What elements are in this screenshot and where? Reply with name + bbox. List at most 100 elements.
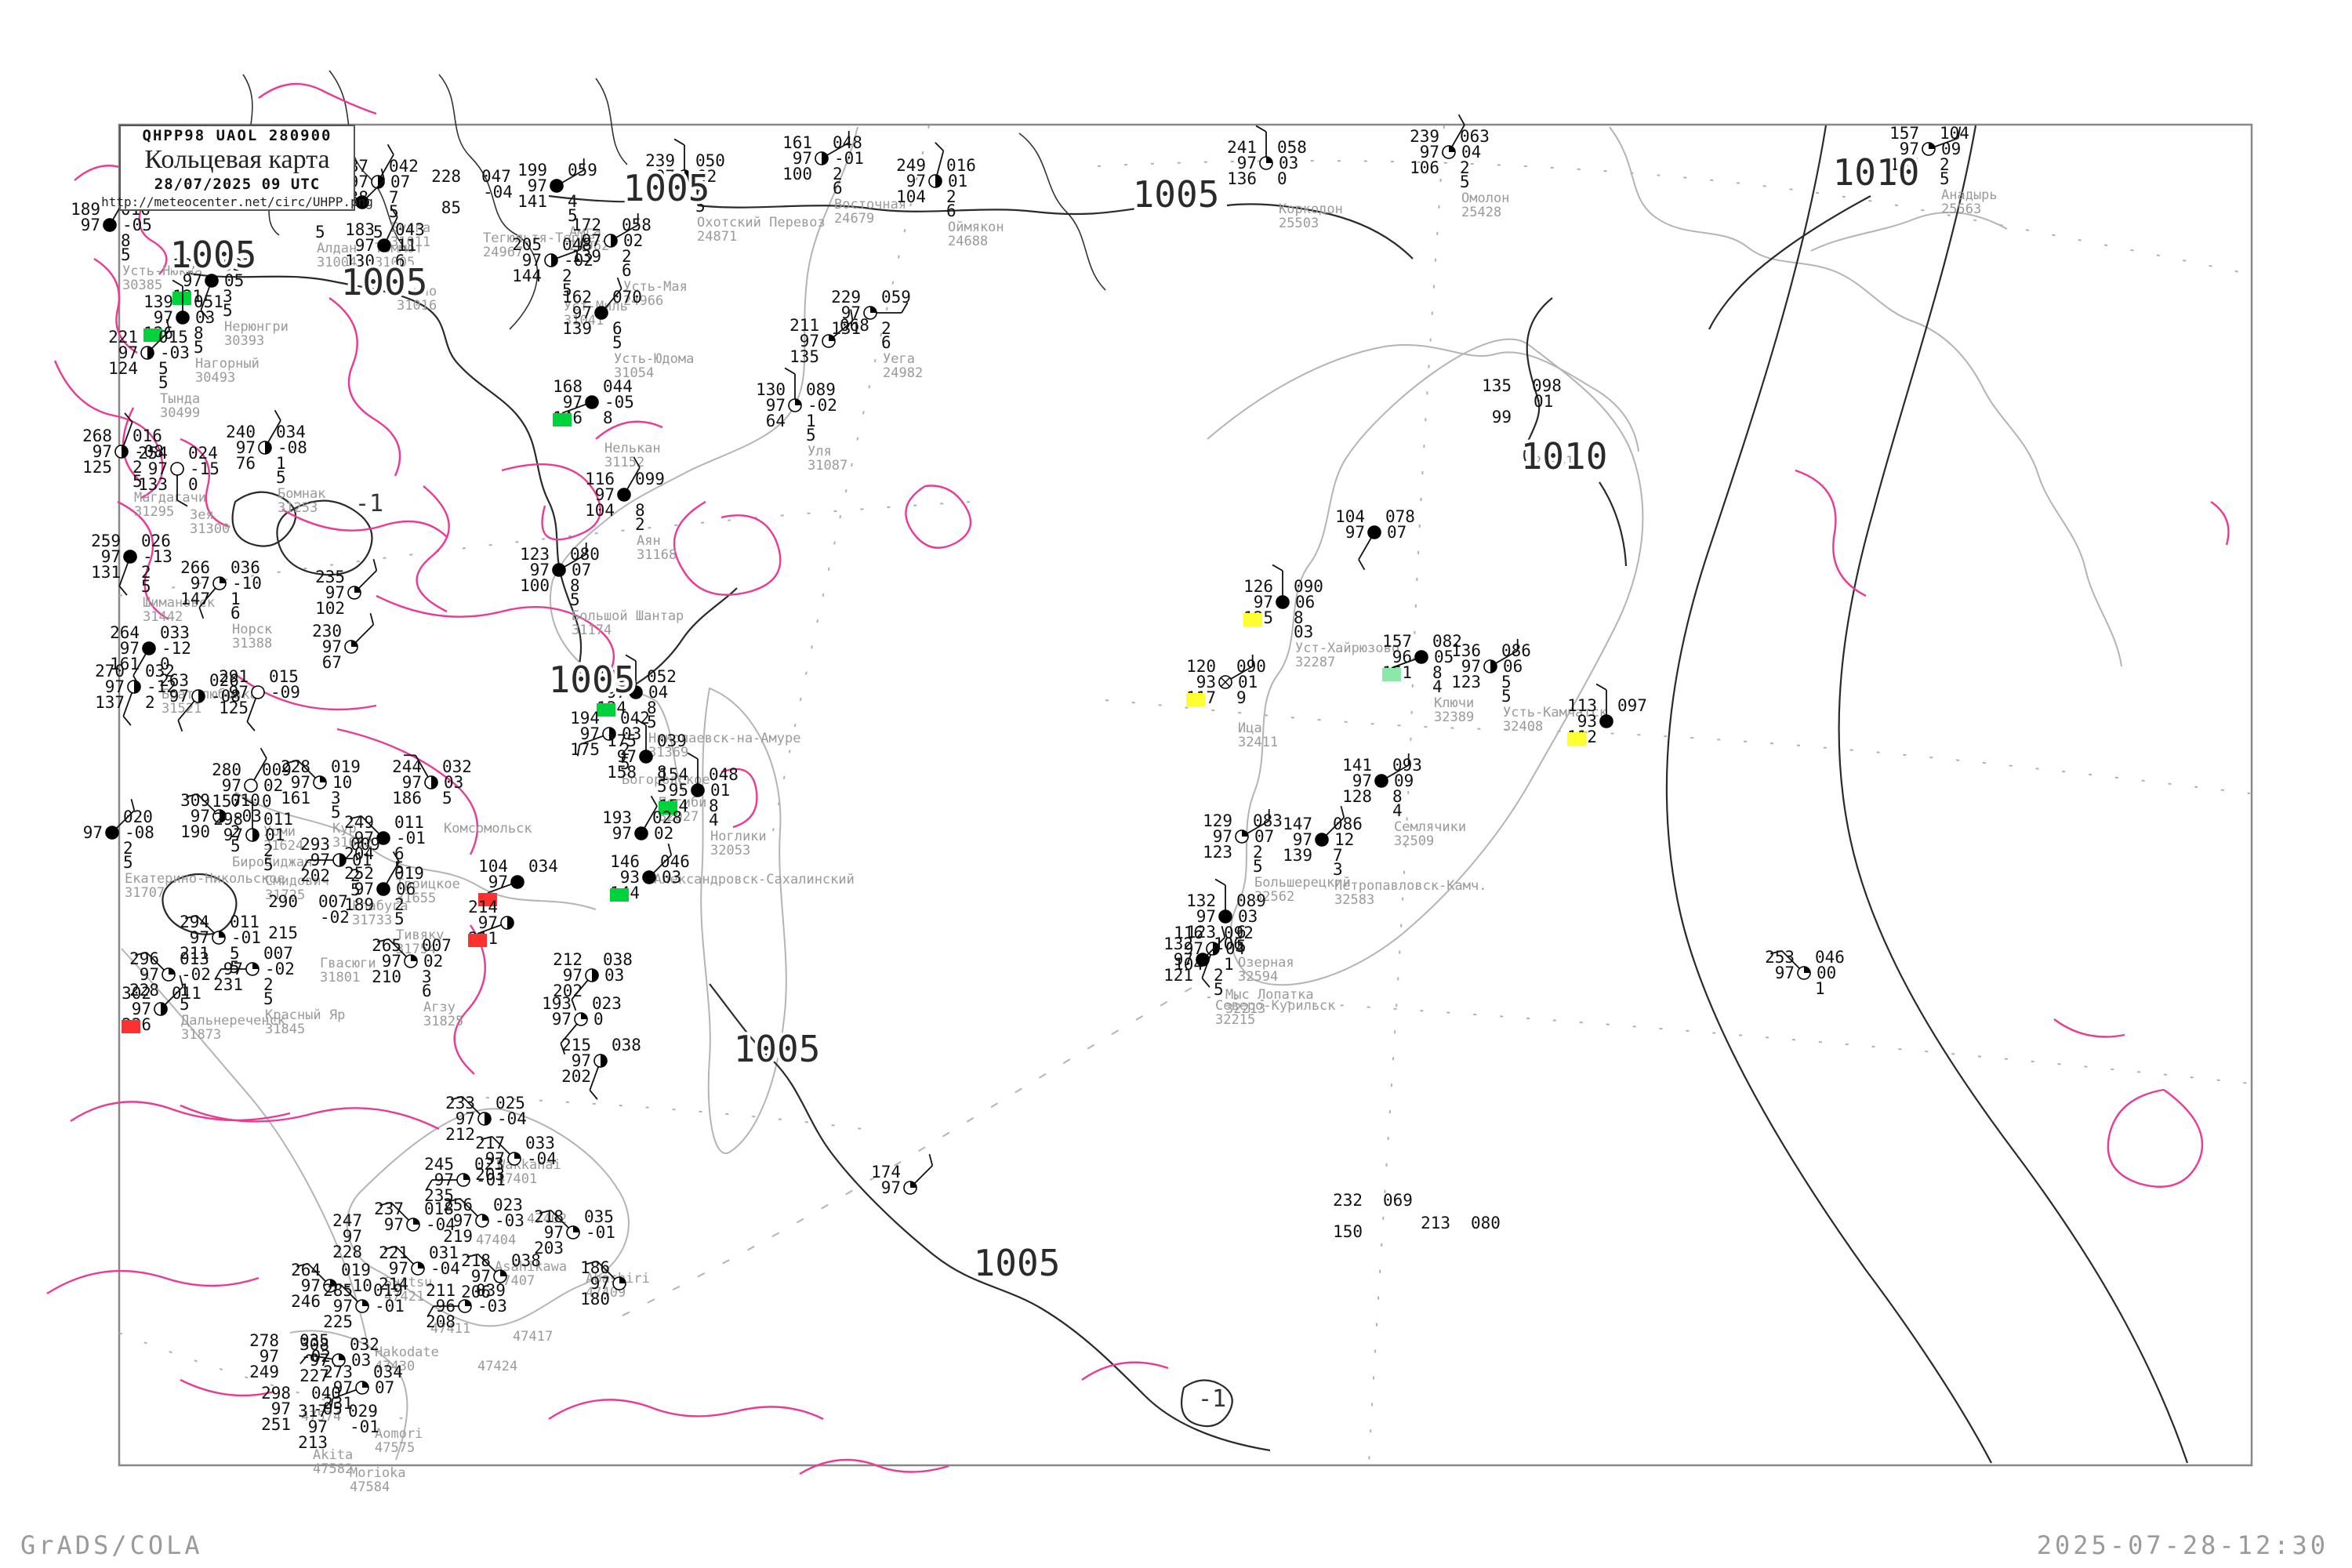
weather-code-value: 1 (1815, 979, 1825, 998)
station-circle-icon (1219, 910, 1232, 923)
station-plot: 213080 (1421, 1214, 1501, 1232)
station-name: Morioka (350, 1465, 406, 1481)
cloud-quarter-icon (514, 1152, 521, 1159)
dewpoint-value: 180 (580, 1290, 610, 1308)
station-circle-icon (124, 550, 136, 563)
tendency-value: 0 (593, 1010, 604, 1029)
station-circle-icon (640, 750, 652, 763)
station-name: Александровск-Сахалинский (654, 872, 855, 887)
dewpoint-value: 139 (562, 319, 592, 338)
dewpoint-value: 210 (372, 967, 401, 986)
station-id: 31087 (808, 458, 848, 474)
pressure-value: 011 (172, 984, 201, 1003)
isobar-label: 1005 (1133, 173, 1220, 216)
dewpoint-value: 123 (1451, 673, 1481, 691)
tendency-value: 02 (654, 824, 673, 843)
cloud-half-icon (431, 776, 437, 789)
station-circle-icon (378, 239, 390, 252)
station-name: Ноглики (710, 829, 767, 844)
dewpoint-value: 228 (332, 1243, 362, 1261)
cloud-code-value: 3 (1333, 860, 1343, 879)
stations-layer: 18997016-0585Усть-Нюкжа30385134971210370… (71, 114, 1998, 1495)
cloud-code-value: 5 (612, 333, 622, 352)
station-plot: 154951540480184Ноглики32053 (659, 753, 767, 858)
cloud-quarter-icon (339, 1354, 345, 1360)
station-id: 31801 (320, 970, 360, 985)
station-name: Омолон (1461, 191, 1509, 206)
station-id: 24679 (834, 211, 874, 227)
dewpoint-value: 249 (249, 1363, 279, 1381)
cloud-quarter-icon (463, 1174, 470, 1180)
cloud-code-value: 5 (806, 426, 816, 445)
precip-marker-red (122, 1020, 140, 1033)
cloud-code-value: 4 (1392, 801, 1403, 820)
station-plot: 17497 (871, 1154, 932, 1197)
tendency-value: -09 (270, 683, 300, 702)
tendency-value: -04 (426, 1215, 456, 1234)
wind-barb-feather (1272, 564, 1283, 571)
cloud-code-value: 5 (276, 468, 286, 487)
station-id: 30393 (224, 333, 264, 349)
bulletin-header: QHPP98 UAOL 280900 (143, 127, 332, 144)
station-id: 31707 (125, 885, 165, 901)
pressure-value: 069 (1383, 1191, 1413, 1210)
station-name: Норск (232, 622, 272, 637)
weather-code-value: 0 (262, 792, 272, 811)
weather-code-value: 0 (188, 475, 198, 494)
station-plot: 1469314404603 (610, 844, 690, 902)
cloud-half-icon (601, 1054, 607, 1067)
station-id: 47404 (476, 1232, 516, 1248)
station-name: Красный Яр (265, 1007, 345, 1023)
wind-barb-feather (247, 722, 255, 731)
pressure-prefix-value: 97 (488, 873, 508, 891)
cloud-quarter-icon (413, 1218, 419, 1225)
pressure-value: 106 (1214, 935, 1243, 953)
pressure-value: 059 (568, 161, 597, 180)
station-id: 47575 (375, 1440, 415, 1456)
coast-chukotka (1610, 127, 2122, 666)
tendency-value: -04 (430, 1259, 460, 1278)
station-name: Северо-Курильск (1215, 998, 1336, 1014)
dewpoint-value: 123 (1203, 843, 1232, 862)
station-id: 25563 (1941, 201, 1981, 217)
cloud-code-value: 6 (622, 261, 632, 280)
cloud-code-value: 5 (394, 909, 405, 928)
pressure-value: 097 (1617, 696, 1647, 715)
dewpoint-value: 100 (520, 576, 550, 595)
station-plot: 23597102 (315, 559, 376, 618)
tendency-value: -02 (320, 908, 350, 927)
tendency-value: -01 (350, 1417, 379, 1436)
cloud-quarter-icon (870, 307, 877, 313)
dewpoint-value: 215 (268, 924, 298, 942)
station-circle-icon (586, 396, 598, 408)
pressure-prefix-value: 97 (83, 823, 103, 842)
station-id: 30385 (122, 278, 162, 293)
cloud-half-icon (935, 175, 942, 187)
precip-marker-red (468, 934, 487, 947)
cloud-code-value: 5 (1214, 980, 1224, 999)
wind-barb-feather (1596, 684, 1606, 690)
cloud-half-icon (822, 152, 828, 165)
cloud-code-value: 5 (1501, 687, 1512, 706)
cloud-half-icon (252, 829, 259, 841)
station-id: 32408 (1503, 719, 1543, 735)
station-id: 31168 (637, 547, 677, 563)
cloud-code-value: 5 (223, 301, 233, 320)
tendency-value: -03 (477, 1297, 507, 1316)
cloud-half-icon (611, 234, 617, 247)
dewpoint-value: 161 (281, 789, 310, 808)
isobar-1010-kamchatka-b (1599, 482, 1626, 566)
station-plot: 2309767 (312, 613, 373, 672)
wind-barb-feather (119, 586, 127, 596)
precip-marker-green2 (1382, 668, 1401, 681)
station-circle-icon (1415, 651, 1428, 663)
station-name: Зея (190, 507, 214, 523)
station-name: Большой Шантар (572, 608, 684, 624)
isobar-big-east-2 (1839, 125, 2187, 1463)
station-id: 32583 (1334, 892, 1374, 908)
cloud-code-value: 5 (158, 373, 169, 392)
station-id: 31253 (278, 500, 318, 516)
station-circle-icon (252, 686, 264, 699)
station-id: 31873 (181, 1027, 221, 1043)
pressure-prefix-value: 97 (223, 826, 243, 844)
